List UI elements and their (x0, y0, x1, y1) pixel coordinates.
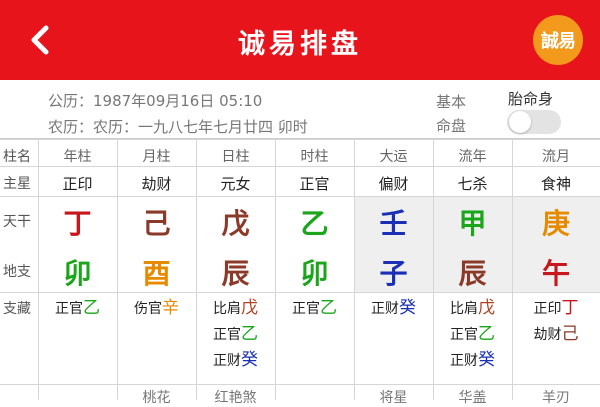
row-label-tiangan: 天干 (3, 214, 31, 230)
earthly-branch[interactable]: 午 (512, 252, 600, 292)
ten-god: 正财 (371, 301, 399, 317)
hidden-stem: 比肩戊 (433, 296, 512, 321)
column-header: 流月 (542, 149, 570, 165)
hidden-stem-char: 乙 (478, 324, 495, 344)
grid-line (0, 139, 600, 140)
birth-info: 公历：1987年09月16日 05:10 农历：农历：一九八七年七月廿四 卯时 … (0, 80, 600, 139)
hidden-stem: 伤官辛 (117, 296, 196, 321)
hidden-stem: 正财癸 (433, 348, 512, 373)
row-label-hidden: 支藏 (3, 301, 31, 317)
hidden-stem: 正官乙 (38, 296, 117, 321)
grid-line (0, 166, 600, 167)
hidden-stem-char: 乙 (83, 298, 100, 318)
ten-god: 伤官 (134, 301, 162, 317)
earthly-branch[interactable]: 辰 (196, 252, 275, 292)
column-header: 时柱 (300, 149, 329, 165)
ten-god: 比肩 (450, 301, 478, 317)
shensha-label: 华盖 (458, 390, 487, 406)
shensha-label: 将星 (379, 390, 408, 406)
hidden-stem-char: 癸 (241, 350, 258, 370)
grid-line (0, 292, 600, 293)
main-star: 食神 (540, 175, 571, 193)
hidden-stem: 正财癸 (196, 348, 275, 373)
grid-line (0, 196, 600, 197)
column-header: 年柱 (63, 149, 92, 165)
shensha-label: 羊刃 (542, 390, 570, 406)
main-star: 劫财 (141, 175, 172, 193)
ten-god: 正财 (213, 353, 241, 369)
hidden-stem: 正财癸 (354, 296, 433, 321)
row-label-name: 柱名 (3, 149, 31, 165)
heavenly-stem[interactable]: 甲 (433, 202, 512, 242)
ten-god: 劫财 (533, 327, 562, 343)
app-logo: 誠易 (533, 15, 583, 65)
ten-god: 正官 (292, 301, 320, 317)
ten-god: 正官 (450, 327, 478, 343)
column-header: 流年 (458, 149, 487, 165)
hidden-stem: 正官乙 (196, 322, 275, 347)
hidden-stem-char: 乙 (320, 298, 337, 318)
ten-god: 正印 (533, 301, 562, 317)
shensha-label: 桃花 (142, 390, 171, 406)
earthly-branch[interactable]: 卯 (38, 252, 117, 292)
hidden-stem: 比肩戊 (196, 296, 275, 321)
ten-god: 正官 (55, 301, 83, 317)
hidden-stem-char: 丁 (561, 298, 579, 318)
heavenly-stem[interactable]: 丁 (38, 202, 117, 242)
hidden-stem-char: 戊 (241, 298, 258, 318)
earthly-branch[interactable]: 子 (354, 252, 433, 292)
earthly-branch[interactable]: 辰 (433, 252, 512, 292)
basic-chart-label: 基本 命盘 (436, 93, 467, 135)
main-star: 偏财 (378, 175, 409, 193)
hidden-stem-char: 戊 (478, 298, 495, 318)
earthly-branch[interactable]: 卯 (275, 252, 354, 292)
main-star: 正官 (299, 175, 330, 193)
row-label-dizhi: 地支 (3, 264, 31, 280)
grid-line (0, 384, 600, 385)
body-chart-label: 胎命身 (508, 90, 554, 108)
column-header: 日柱 (221, 149, 250, 165)
column-header: 大运 (379, 149, 408, 165)
toggle-knob (509, 111, 531, 133)
ten-god: 正官 (213, 327, 241, 343)
main-star: 元女 (220, 175, 251, 193)
heavenly-stem[interactable]: 戊 (196, 202, 275, 242)
hidden-stem-char: 己 (561, 324, 579, 344)
chart-mode-toggle[interactable] (507, 110, 561, 134)
row-label-star: 主星 (3, 176, 31, 192)
hidden-stem: 正官乙 (433, 322, 512, 347)
earthly-branch[interactable]: 酉 (117, 252, 196, 292)
hidden-stem: 正官乙 (275, 296, 354, 321)
hidden-stem-char: 癸 (478, 350, 495, 370)
ten-god: 正财 (450, 353, 478, 369)
hidden-stem-char: 癸 (399, 298, 416, 318)
main-star: 七杀 (457, 175, 488, 193)
heavenly-stem[interactable]: 己 (117, 202, 196, 242)
column-header: 月柱 (142, 149, 171, 165)
shensha-label: 红艳煞 (214, 390, 257, 406)
hidden-stem-char: 乙 (241, 324, 258, 344)
solar-date: 公历：1987年09月16日 05:10 (48, 92, 263, 110)
ten-god: 比肩 (213, 301, 241, 317)
page-title: 诚易排盘 (238, 29, 362, 60)
heavenly-stem[interactable]: 乙 (275, 202, 354, 242)
lunar-date: 农历：农历：一九八七年七月廿四 卯时 (48, 118, 308, 136)
heavenly-stem[interactable]: 壬 (354, 202, 433, 242)
heavenly-stem[interactable]: 庚 (512, 202, 600, 242)
app-header: 诚易排盘 誠易 (0, 0, 600, 80)
hidden-stem-char: 辛 (162, 298, 179, 318)
hidden-stem: 正印丁 (512, 296, 600, 321)
hidden-stem: 劫财己 (512, 322, 600, 347)
main-star: 正印 (62, 175, 93, 193)
